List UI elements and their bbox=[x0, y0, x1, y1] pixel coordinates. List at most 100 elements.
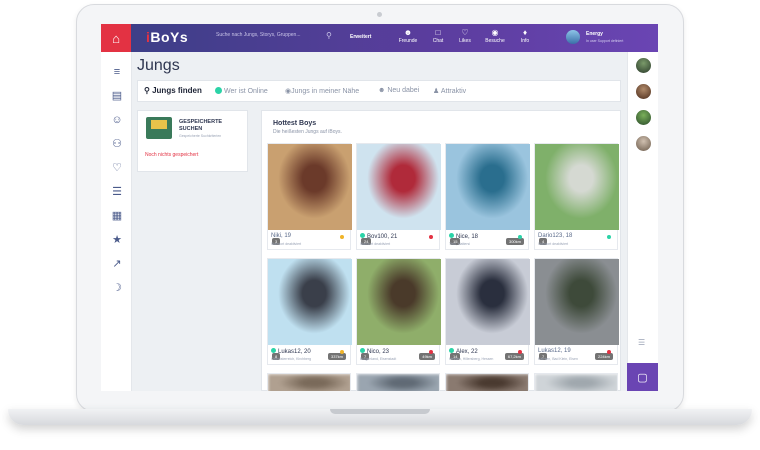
profile-card[interactable]: 15 300km Nice, 18 Tirol, Mattersi bbox=[445, 143, 530, 250]
nav-friends[interactable]: ☻ Freunde bbox=[393, 28, 423, 44]
nav-chat[interactable]: □ Chat bbox=[423, 28, 453, 44]
distance-badge: 224km bbox=[594, 353, 613, 360]
status-indicator bbox=[340, 350, 344, 354]
profile-card[interactable]: 3 Niki, 19 Standort deaktiviert bbox=[267, 143, 352, 250]
search-icon[interactable]: ⚲ bbox=[326, 31, 332, 40]
profile-card[interactable]: 24 Bov100, 21 Standort deaktiviert bbox=[356, 143, 441, 250]
online-status-icon bbox=[360, 348, 365, 353]
profile-location: Burgenland, Eisenstadt bbox=[360, 357, 397, 361]
online-friend-avatar[interactable] bbox=[636, 84, 651, 99]
profile-card[interactable]: 14 67,2km Alex, 22 Hessen, Hillersberg, Hes… bbox=[445, 258, 530, 365]
chat-open-button[interactable]: ▢ bbox=[627, 363, 658, 391]
calendar-icon[interactable]: ▦ bbox=[110, 210, 124, 222]
profile-location: Tirol, Mattersi bbox=[449, 242, 471, 246]
profile-card[interactable]: 7 49km Nico, 23 Burgenland, Eisenstadt bbox=[356, 258, 441, 365]
profile-name[interactable]: Niki, 19 bbox=[271, 233, 291, 239]
online-status-icon bbox=[271, 348, 276, 353]
profile-name-text: Lukas12, 19 bbox=[538, 348, 571, 354]
tab-jungs-finden[interactable]: ⚲ Jungs finden bbox=[144, 86, 202, 95]
chat-icon: ▢ bbox=[637, 371, 648, 384]
group-icon[interactable]: ⚇ bbox=[110, 138, 124, 150]
profile-location: Oberösterreich, Kirchberg bbox=[271, 357, 312, 361]
tab-label: Attraktiv bbox=[440, 88, 467, 95]
profile-name[interactable]: Alex, 22 bbox=[449, 348, 478, 355]
status-indicator bbox=[518, 235, 522, 239]
profile-photo[interactable] bbox=[535, 374, 617, 391]
heart-icon[interactable]: ♡ bbox=[110, 162, 124, 174]
tab-nearby[interactable]: ◉Jungs in meiner Nähe bbox=[285, 87, 359, 95]
right-sidebar: ☰ bbox=[627, 52, 658, 391]
menu-icon[interactable]: ≡ bbox=[110, 66, 124, 78]
profile-name[interactable]: Bov100, 21 bbox=[360, 233, 397, 240]
nav-label: Chat bbox=[432, 38, 444, 44]
app-logo[interactable]: iBoYs bbox=[146, 29, 188, 45]
profile-name-text: Nice, 18 bbox=[456, 234, 479, 240]
profile-photo[interactable] bbox=[268, 144, 352, 230]
advanced-search-link[interactable]: Erweitert bbox=[350, 34, 371, 40]
chart-icon[interactable]: ↗ bbox=[110, 258, 124, 270]
online-friend-avatar[interactable] bbox=[636, 136, 651, 151]
profile-photo[interactable] bbox=[357, 374, 439, 391]
profile-photo[interactable] bbox=[357, 259, 441, 345]
folder-paper bbox=[151, 120, 167, 129]
saved-searches-heading: GESPEICHERTE SUCHEN bbox=[179, 119, 223, 132]
list-icon[interactable]: ☰ bbox=[110, 186, 124, 198]
profile-name-text: Niki, 19 bbox=[271, 233, 292, 239]
tab-online[interactable]: Wer ist Online bbox=[215, 87, 268, 95]
tab-new[interactable]: ☻ Neu dabei bbox=[378, 87, 419, 94]
user-status: In user Support definiert bbox=[586, 39, 624, 43]
nav-visits[interactable]: ◉ Besuche bbox=[480, 28, 510, 44]
profile-photo[interactable] bbox=[535, 259, 619, 345]
profile-name[interactable]: Dario123, 18 bbox=[538, 233, 572, 239]
left-sidebar: ≡ ▤ ☺ ⚇ ♡ ☰ ▦ ★ ↗ ☽ bbox=[101, 52, 132, 391]
status-indicator bbox=[607, 235, 611, 239]
moon-icon[interactable]: ☽ bbox=[110, 282, 124, 294]
online-friend-avatar[interactable] bbox=[636, 58, 651, 73]
profile-photo[interactable] bbox=[268, 259, 352, 345]
hottest-boys-panel: Hottest Boys Die heißesten Jungs auf iBo… bbox=[261, 110, 621, 391]
home-icon[interactable]: ⌂ bbox=[101, 24, 131, 52]
profile-name[interactable]: Lukas12, 19 bbox=[538, 348, 571, 354]
heart-icon: ♡ bbox=[461, 28, 469, 37]
nav-label: Info bbox=[520, 38, 530, 44]
profile-photo[interactable] bbox=[446, 144, 530, 230]
eye-icon: ◉ bbox=[491, 28, 499, 37]
person-icon: ♟ bbox=[433, 88, 441, 95]
id-card-icon[interactable]: ▤ bbox=[110, 90, 124, 102]
profile-card[interactable]: 4 Dario123, 18 Standort deaktiviert bbox=[534, 143, 619, 250]
star-icon[interactable]: ★ bbox=[110, 234, 124, 246]
tab-attractive[interactable]: ♟ Attraktiv bbox=[433, 87, 466, 95]
saved-searches-empty: Noch nichts gespeichert bbox=[145, 152, 199, 158]
distance-badge: 49km bbox=[419, 353, 435, 360]
profile-photo[interactable] bbox=[357, 144, 441, 230]
profile-photo[interactable] bbox=[446, 259, 530, 345]
profile-name[interactable]: Nice, 18 bbox=[449, 233, 478, 240]
profile-card[interactable] bbox=[356, 373, 440, 391]
profile-name-text: Dario123, 18 bbox=[538, 233, 573, 239]
profile-location: Hessen, Hillersberg, Hessen bbox=[449, 357, 494, 361]
top-bar: ⌂ iBoYs Suche nach Jungs, Storys, Gruppe… bbox=[101, 24, 658, 52]
profile-photo[interactable] bbox=[446, 374, 528, 391]
profile-card[interactable] bbox=[267, 373, 351, 391]
laptop-camera bbox=[377, 12, 382, 17]
profile-card[interactable] bbox=[534, 373, 618, 391]
filter-icon[interactable]: ☰ bbox=[638, 338, 645, 347]
logo-suffix: BoYs bbox=[150, 29, 189, 45]
hottest-subtext: Die heißesten Jungs auf iBoys. bbox=[273, 129, 342, 135]
profile-card[interactable]: 8 337km Lukas12, 20 Oberösterreich, Kirchbe… bbox=[267, 258, 352, 365]
profile-photo[interactable] bbox=[535, 144, 619, 230]
profile-card[interactable] bbox=[445, 373, 529, 391]
profile-card[interactable]: 7 224km Lukas12, 19 Kärnten, Bad Klein, Eis… bbox=[534, 258, 619, 365]
online-friend-avatar[interactable] bbox=[636, 110, 651, 125]
search-input[interactable]: Suche nach Jungs, Storys, Gruppen... bbox=[216, 32, 336, 44]
user-icon[interactable]: ☺ bbox=[110, 114, 124, 126]
profile-name[interactable]: Lukas12, 20 bbox=[271, 348, 311, 355]
profile-photo[interactable] bbox=[268, 374, 350, 391]
nav-likes[interactable]: ♡ Likes bbox=[450, 28, 480, 44]
tab-label: Wer ist Online bbox=[224, 88, 268, 95]
nav-info[interactable]: ♦ Info bbox=[510, 28, 540, 44]
profile-name-text: Bov100, 21 bbox=[367, 234, 398, 240]
profile-name[interactable]: Nico, 23 bbox=[360, 348, 389, 355]
user-menu[interactable]: Energy In user Support definiert bbox=[566, 29, 656, 47]
user-icon: ☻ bbox=[403, 28, 413, 37]
